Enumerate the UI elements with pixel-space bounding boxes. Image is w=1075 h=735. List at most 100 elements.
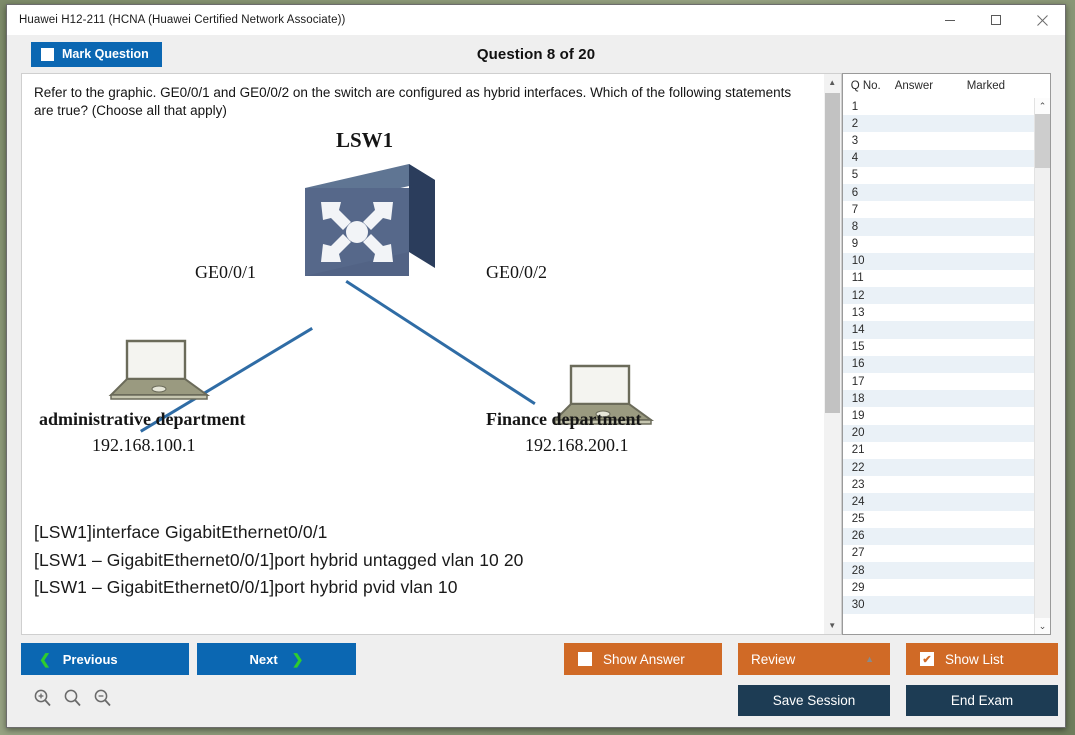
column-header-marked: Marked	[966, 80, 1006, 92]
switch-icon	[305, 164, 435, 277]
show-answer-checkbox[interactable]	[578, 652, 592, 666]
list-item[interactable]: 3	[843, 132, 1034, 149]
end-exam-button[interactable]: End Exam	[906, 685, 1058, 716]
list-item-qno: 20	[851, 427, 865, 440]
list-item[interactable]: 12	[842, 287, 1034, 305]
list-item[interactable]: 4	[842, 149, 1034, 167]
list-item-qno: 26	[851, 530, 865, 543]
list-item-qno: 2	[851, 117, 859, 130]
question-list-body[interactable]: 1 2 3 4 5 6 7 8 9 10 11 12 13 14 15 16 17 18 19 20 21 22 23 24 2…	[842, 98, 1034, 634]
question-list-panel: Q No. Answer Marked 1 2 3 4 5 6 7 8 9 10 11 12 13 14 1…	[841, 73, 1051, 635]
host-left-name: administrative department	[39, 409, 246, 430]
list-scrollbar-thumb[interactable]	[1035, 114, 1050, 168]
save-session-label: Save Session	[772, 693, 856, 708]
zoom-in-icon[interactable]	[33, 688, 52, 707]
minimize-icon[interactable]	[927, 5, 973, 35]
list-item-qno: 11	[851, 272, 864, 285]
previous-button[interactable]: ❮ Previous	[21, 643, 189, 675]
zoom-icon[interactable]	[63, 688, 82, 707]
list-item[interactable]: 29	[843, 579, 1034, 596]
list-item[interactable]: 10	[842, 252, 1034, 270]
previous-label: Previous	[62, 651, 118, 667]
list-item[interactable]: 25	[843, 511, 1034, 528]
show-list-checkbox[interactable]: ✔	[920, 652, 934, 666]
list-item[interactable]: 23	[843, 476, 1034, 493]
list-item[interactable]: 18	[842, 390, 1034, 408]
list-item-qno: 16	[851, 358, 865, 371]
list-item[interactable]: 1	[843, 98, 1034, 115]
chevron-right-icon: ❯	[291, 650, 304, 667]
list-item[interactable]: 19	[843, 407, 1034, 424]
scroll-up-icon[interactable]: ▲	[824, 74, 841, 91]
list-scroll-up-icon[interactable]: ⌃	[1035, 98, 1050, 114]
list-item[interactable]: 8	[842, 218, 1034, 236]
cli-line: [LSW1 – GigabitEthernet0/0/1]port hybrid…	[34, 577, 458, 598]
list-item-qno: 22	[851, 461, 865, 474]
question-pane-scrollbar[interactable]: ▲ ▼	[823, 73, 842, 635]
scrollbar-thumb[interactable]	[824, 93, 840, 413]
next-label: Next	[249, 651, 278, 667]
list-item[interactable]: 17	[843, 373, 1034, 390]
page-title: Question 8 of 20	[476, 45, 596, 63]
list-item[interactable]: 20	[842, 424, 1034, 442]
question-list-scrollbar[interactable]: ⌃ ⌄	[1034, 98, 1050, 634]
mark-question-button[interactable]: Mark Question	[31, 41, 162, 67]
mark-question-checkbox[interactable]	[41, 47, 54, 61]
list-item-qno: 5	[851, 169, 859, 182]
list-item-qno: 4	[851, 152, 859, 165]
list-item[interactable]: 26	[842, 527, 1034, 545]
list-item[interactable]: 16	[842, 355, 1034, 373]
close-icon[interactable]	[1019, 5, 1065, 35]
cli-line: [LSW1]interface GigabitEthernet0/0/1	[34, 522, 328, 543]
mark-question-label: Mark Question	[62, 47, 149, 61]
list-item[interactable]: 22	[842, 458, 1034, 477]
list-item[interactable]: 6	[842, 183, 1034, 202]
save-session-button[interactable]: Save Session	[738, 685, 890, 716]
host-right-name: Finance department	[486, 409, 642, 430]
column-header-answer: Answer	[894, 80, 934, 92]
zoom-out-icon[interactable]	[93, 688, 112, 707]
list-item[interactable]: 9	[843, 236, 1034, 253]
list-scroll-down-icon[interactable]: ⌄	[1035, 618, 1050, 634]
network-diagram: LSW1 GE0/0/1 GE0/0/2 administrative depa…	[22, 120, 824, 515]
scroll-down-icon[interactable]: ▼	[824, 617, 841, 634]
list-item[interactable]: 28	[842, 562, 1034, 580]
list-item-qno: 10	[851, 255, 865, 268]
question-list-body-wrap: 1 2 3 4 5 6 7 8 9 10 11 12 13 14 15 16 17 18 19 20 21 22 23 24 2…	[842, 98, 1050, 634]
list-item[interactable]: 24	[842, 493, 1034, 511]
list-item-qno: 1	[851, 100, 859, 113]
review-dropdown[interactable]: Review ▲	[738, 643, 890, 675]
list-item-qno: 23	[851, 478, 865, 491]
maximize-icon[interactable]	[973, 5, 1019, 35]
list-item-qno: 15	[851, 341, 865, 354]
list-item[interactable]: 27	[843, 545, 1034, 562]
list-item[interactable]: 21	[843, 442, 1034, 459]
list-item-qno: 27	[851, 547, 865, 560]
port-right-label: GE0/0/2	[486, 262, 547, 283]
cli-line: [LSW1 – GigabitEthernet0/0/1]port hybrid…	[34, 549, 524, 570]
list-item[interactable]: 14	[842, 321, 1034, 339]
chevron-up-icon: ▲	[865, 654, 874, 664]
list-item-qno: 7	[851, 203, 859, 216]
list-item-qno: 29	[851, 581, 865, 594]
window-title-bar: Huawei H12-211 (HCNA (Huawei Certified N…	[7, 5, 1065, 35]
list-item[interactable]: 2	[842, 115, 1034, 133]
list-item-qno: 25	[851, 513, 865, 526]
show-list-label: Show List	[945, 651, 1004, 667]
list-item-qno: 28	[851, 564, 865, 577]
list-item[interactable]: 5	[843, 167, 1034, 184]
list-item[interactable]: 15	[843, 339, 1034, 356]
desktop-background: Huawei H12-211 (HCNA (Huawei Certified N…	[0, 0, 1075, 735]
port-left-label: GE0/0/1	[195, 262, 256, 283]
question-list-header: Q No. Answer Marked	[842, 74, 1050, 98]
list-item[interactable]: 11	[843, 270, 1034, 287]
show-list-button[interactable]: ✔ Show List	[906, 643, 1058, 675]
list-item[interactable]: 30	[842, 596, 1034, 614]
list-item-qno: 19	[851, 409, 865, 422]
show-answer-button[interactable]: Show Answer	[564, 643, 722, 675]
scrollbar-track[interactable]	[824, 91, 841, 617]
list-scrollbar-track[interactable]	[1035, 114, 1050, 618]
list-item[interactable]: 7	[843, 201, 1034, 218]
list-item[interactable]: 13	[843, 304, 1034, 321]
next-button[interactable]: Next ❯	[197, 643, 356, 675]
